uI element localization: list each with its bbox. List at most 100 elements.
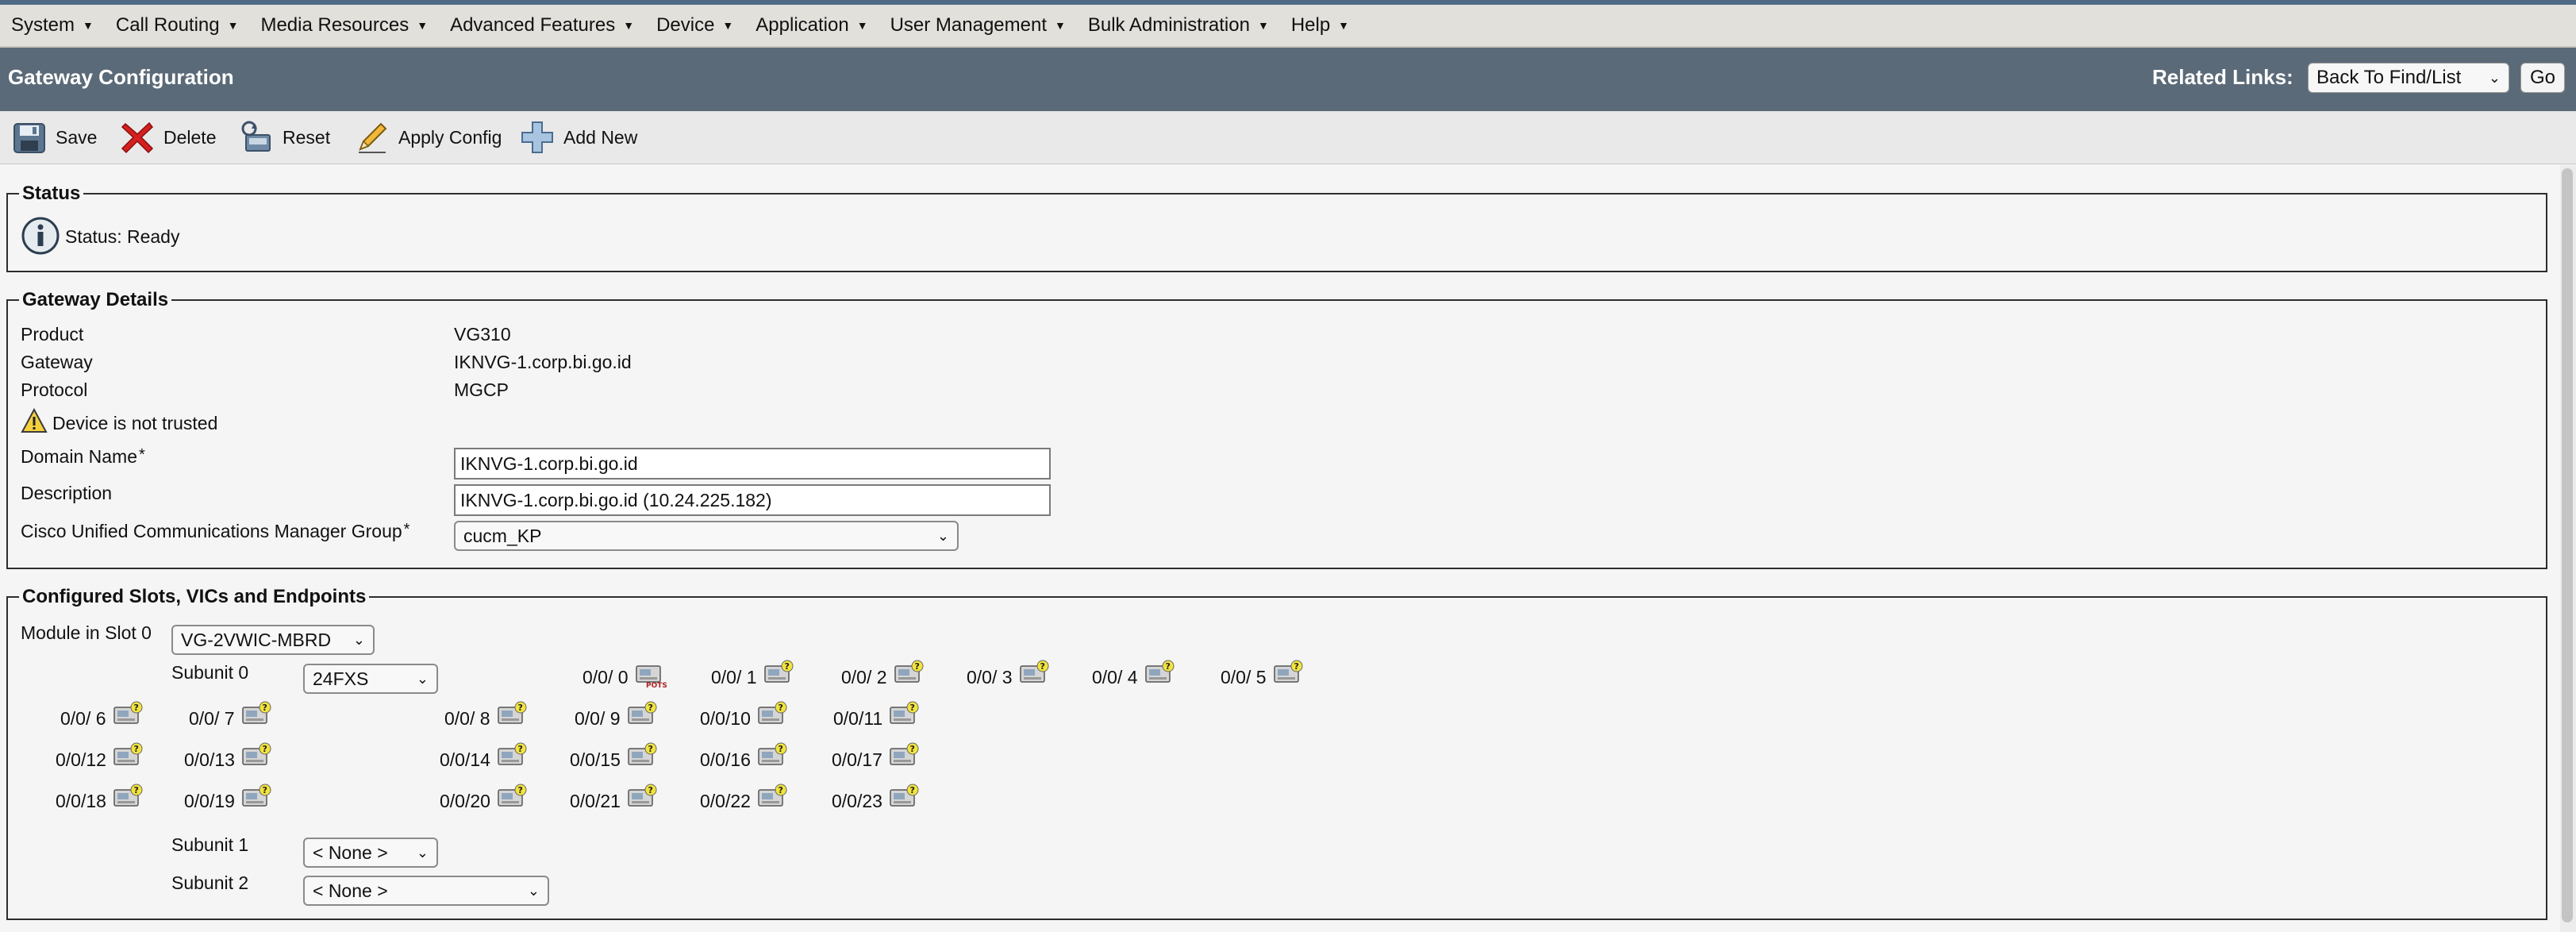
description-field[interactable]: IKNVG-1.corp.bi.go.id (10.24.225.182): [454, 484, 1051, 516]
endpoint-port[interactable]: 0/0/ 7?: [189, 701, 273, 730]
caret-down-icon: ▼: [1338, 19, 1350, 32]
chevron-down-icon: ⌄: [416, 844, 429, 861]
unregistered-phone-icon: ?: [1019, 660, 1049, 683]
endpoint-port[interactable]: 0/0/12?: [56, 742, 144, 771]
endpoint-port[interactable]: 0/0/23?: [832, 784, 921, 812]
endpoint-port[interactable]: 0/0/13?: [184, 742, 273, 771]
svg-text:?: ?: [262, 703, 267, 713]
description-label: Description: [21, 483, 113, 503]
caret-down-icon: ▼: [227, 19, 239, 32]
endpoint-port[interactable]: 0/0/ 8?: [444, 701, 529, 730]
apply-config-button[interactable]: Apply Config: [354, 111, 502, 164]
menu-application[interactable]: Application ▼: [755, 14, 867, 37]
menu-call-routing[interactable]: Call Routing ▼: [116, 14, 239, 37]
endpoint-ports: 0/0/ 0 POTS 0/0/ 1? 0/0/ 2? 0/0/ 3? 0/0/ 4? 0/…: [8, 598, 2546, 919]
menu-label: System: [11, 14, 75, 36]
domain-name-field[interactable]: IKNVG-1.corp.bi.go.id: [454, 448, 1051, 479]
unregistered-phone-icon: ?: [758, 701, 787, 724]
svg-text:?: ?: [778, 744, 782, 754]
unregistered-phone-icon: ?: [113, 784, 143, 807]
endpoint-port-label: 0/0/12: [56, 749, 106, 770]
status-section: Status Status: Ready: [6, 182, 2547, 272]
subunit1-value: < None >: [313, 841, 388, 863]
endpoint-port[interactable]: 0/0/ 2?: [841, 660, 925, 688]
endpoint-port-label: 0/0/ 4: [1092, 667, 1138, 687]
delete-x-icon: [121, 121, 154, 154]
endpoint-port[interactable]: 0/0/ 4?: [1092, 660, 1176, 688]
add-new-button[interactable]: Add New: [519, 111, 637, 164]
menu-user-management[interactable]: User Management ▼: [890, 14, 1066, 37]
caret-down-icon: ▼: [83, 19, 94, 32]
endpoint-port[interactable]: 0/0/21?: [570, 784, 659, 812]
endpoint-port[interactable]: 0/0/18?: [56, 784, 144, 812]
subunit1-select[interactable]: < None > ⌄: [303, 838, 438, 868]
go-button[interactable]: Go: [2520, 63, 2565, 93]
page-header: Gateway Configuration Related Links: Bac…: [0, 48, 2576, 111]
svg-text:?: ?: [648, 703, 652, 713]
svg-text:?: ?: [133, 744, 138, 754]
status-legend: Status: [19, 182, 84, 206]
endpoint-port[interactable]: 0/0/ 5?: [1221, 660, 1305, 688]
subunit1-label: Subunit 1: [171, 834, 249, 855]
menu-bulk-administration[interactable]: Bulk Administration ▼: [1088, 14, 1269, 37]
related-links-label: Related Links:: [2152, 65, 2293, 89]
endpoint-port[interactable]: 0/0/11?: [833, 701, 921, 730]
domain-name-label: Domain Name *: [21, 446, 145, 468]
scrollbar-thumb[interactable]: [2562, 168, 2573, 922]
svg-text:?: ?: [909, 785, 914, 795]
endpoint-port[interactable]: 0/0/ 1?: [711, 660, 795, 688]
svg-text:?: ?: [133, 785, 138, 795]
svg-text:?: ?: [648, 785, 652, 795]
menu-label: Call Routing: [115, 14, 220, 36]
gateway-label: Gateway: [21, 352, 93, 372]
subunit2-select[interactable]: < None > ⌄: [303, 876, 549, 906]
endpoint-port[interactable]: 0/0/19?: [184, 784, 273, 812]
caret-down-icon: ▼: [417, 19, 429, 32]
menu-help[interactable]: Help ▼: [1291, 14, 1349, 37]
caret-down-icon: ▼: [1257, 19, 1269, 32]
save-button[interactable]: Save: [11, 111, 97, 164]
endpoint-port[interactable]: 0/0/10?: [700, 701, 789, 730]
svg-text:POTS: POTS: [646, 682, 667, 688]
product-value: VG310: [454, 324, 511, 345]
caret-down-icon: ▼: [722, 19, 734, 32]
endpoint-port[interactable]: 0/0/ 6?: [60, 701, 144, 730]
endpoint-port[interactable]: 0/0/20?: [440, 784, 529, 812]
related-links-select[interactable]: Back To Find/List ⌄: [2308, 63, 2509, 93]
endpoint-port[interactable]: 0/0/ 9?: [575, 701, 659, 730]
required-asterisk: *: [403, 521, 410, 538]
endpoint-port[interactable]: 0/0/17?: [832, 742, 921, 771]
menu-label: Advanced Features: [450, 14, 616, 36]
endpoint-port[interactable]: 0/0/ 3?: [967, 660, 1051, 688]
apply-config-label: Apply Config: [398, 126, 502, 148]
endpoint-port[interactable]: 0/0/ 0 POTS: [582, 660, 667, 688]
endpoint-port[interactable]: 0/0/22?: [700, 784, 789, 812]
endpoint-port-label: 0/0/11: [833, 708, 883, 729]
subunit2-label: Subunit 2: [171, 872, 249, 893]
info-icon: [21, 217, 60, 255]
delete-button[interactable]: Delete: [119, 111, 216, 164]
slots-section: Configured Slots, VICs and Endpoints Mod…: [6, 585, 2547, 920]
gateway-value: IKNVG-1.corp.bi.go.id: [454, 352, 632, 372]
endpoint-port-label: 0/0/21: [570, 791, 621, 811]
reset-button[interactable]: Reset: [238, 111, 330, 164]
endpoint-port-label: 0/0/13: [184, 749, 235, 770]
unregistered-phone-icon: ?: [1273, 660, 1303, 683]
menu-advanced-features[interactable]: Advanced Features ▼: [450, 14, 634, 37]
menu-device[interactable]: Device ▼: [656, 14, 733, 37]
protocol-value: MGCP: [454, 379, 509, 400]
menu-system[interactable]: System ▼: [11, 14, 94, 37]
svg-text:?: ?: [262, 785, 267, 795]
endpoint-port[interactable]: 0/0/14?: [440, 742, 529, 771]
endpoint-port-label: 0/0/ 2: [841, 667, 887, 687]
chevron-down-icon: ⌄: [527, 882, 540, 899]
svg-text:?: ?: [262, 744, 267, 754]
unregistered-phone-icon: ?: [628, 784, 657, 807]
endpoint-port[interactable]: 0/0/15?: [570, 742, 659, 771]
endpoint-port[interactable]: 0/0/16?: [700, 742, 789, 771]
cm-group-select[interactable]: cucm_KP ⌄: [454, 521, 959, 551]
endpoint-port-label: 0/0/16: [700, 749, 751, 770]
svg-text:?: ?: [778, 703, 782, 713]
menu-label: Help: [1290, 14, 1331, 36]
menu-media-resources[interactable]: Media Resources ▼: [260, 14, 428, 37]
